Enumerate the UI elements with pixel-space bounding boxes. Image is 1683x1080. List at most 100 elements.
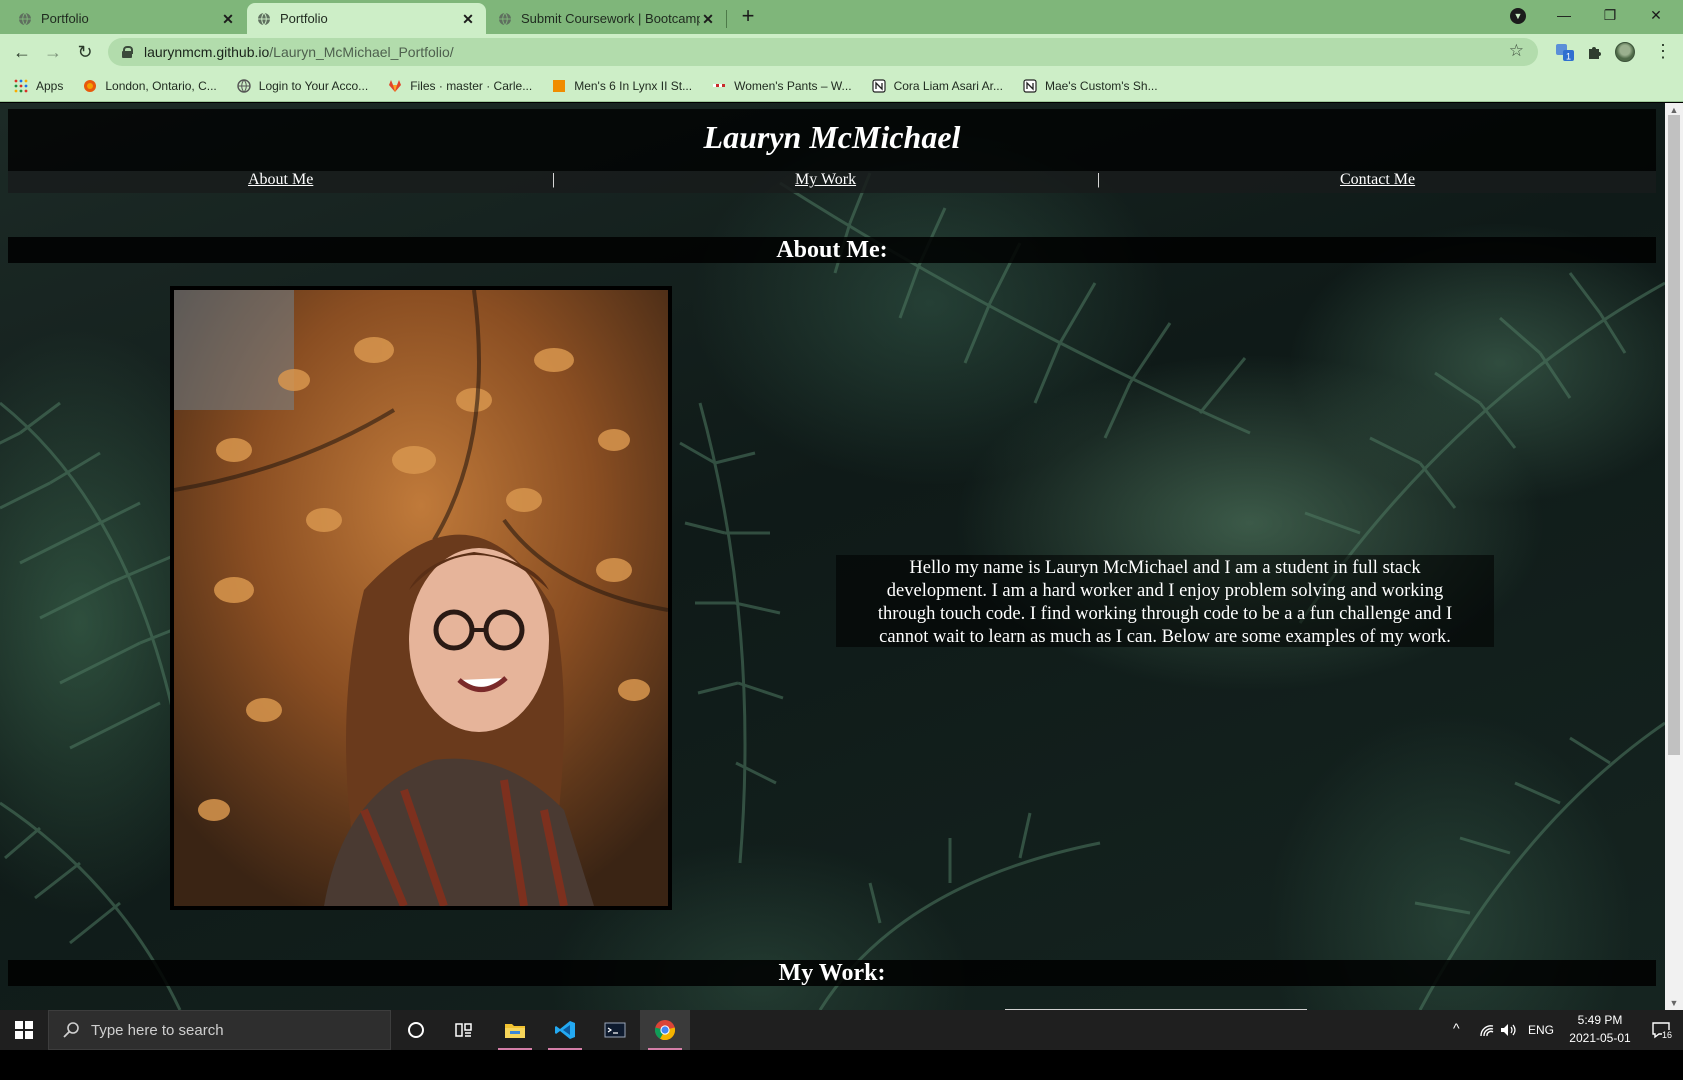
nav-my-work-link[interactable]: My Work xyxy=(795,171,856,189)
about-text-line-3: through touch code. I find working throu… xyxy=(877,604,1453,624)
extension-badge: 1 xyxy=(1566,52,1571,62)
browser-tab-submit-coursework[interactable]: Submit Coursework | Bootcamp S ✕ xyxy=(488,3,726,34)
windows-logo-icon xyxy=(15,1021,33,1039)
cortana-button[interactable] xyxy=(392,1010,440,1050)
nav-about-me-link[interactable]: About Me xyxy=(248,171,313,189)
close-tab-icon[interactable]: ✕ xyxy=(220,11,236,27)
tab-separator xyxy=(726,10,727,28)
close-window-button[interactable]: ✕ xyxy=(1633,0,1679,30)
url-path: /Lauryn_McMichael_Portfolio/ xyxy=(269,44,454,60)
bookmark-label: Apps xyxy=(36,78,64,93)
restore-button[interactable]: ❐ xyxy=(1587,0,1633,30)
notion-icon xyxy=(1023,78,1037,93)
chrome-taskbar-button[interactable] xyxy=(640,1010,690,1050)
about-text-line-1: Hello my name is Lauryn McMichael and I … xyxy=(909,558,1421,578)
scroll-up-arrow-icon[interactable]: ▲ xyxy=(1669,105,1679,115)
tab-title: Portfolio xyxy=(280,11,328,26)
terminal-button[interactable] xyxy=(590,1010,640,1050)
language-indicator[interactable]: ENG xyxy=(1528,1023,1554,1037)
about-text: Hello my name is Lauryn McMichael and I … xyxy=(836,555,1494,647)
bookmark-label: Login to Your Acco... xyxy=(258,78,369,93)
chrome-icon xyxy=(654,1020,676,1041)
weather-icon xyxy=(84,79,97,92)
windows-taskbar: Type here to search ^ ENG 5:49 PM 2021-0… xyxy=(0,1010,1683,1050)
about-heading: About Me: xyxy=(8,237,1656,263)
profile-photo xyxy=(170,286,672,910)
clock-time[interactable]: 5:49 PM xyxy=(1570,1013,1630,1027)
bookmark-cora-liam[interactable]: Cora Liam Asari Ar... xyxy=(871,78,1003,93)
tab-title: Submit Coursework | Bootcamp S xyxy=(521,11,700,26)
store-icon xyxy=(713,83,726,87)
vscode-button[interactable] xyxy=(540,1010,590,1050)
close-tab-icon[interactable]: ✕ xyxy=(700,11,716,27)
task-view-icon xyxy=(455,1023,472,1037)
site-nav: About Me | My Work | Contact Me xyxy=(8,171,1656,193)
extensions-puzzle-icon[interactable] xyxy=(1584,41,1606,63)
url-host: laurynmcm.github.io xyxy=(144,44,270,60)
network-icon[interactable] xyxy=(1479,1022,1495,1038)
chrome-menu-icon[interactable]: ⋮ xyxy=(1654,41,1672,61)
my-work-heading: My Work: xyxy=(8,960,1656,986)
bookmark-label: London, Ontario, C... xyxy=(105,78,217,93)
browser-tab-portfolio-2[interactable]: Portfolio ✕ xyxy=(247,3,486,34)
bookmark-maes-customs[interactable]: Mae's Custom's Sh... xyxy=(1023,79,1158,93)
nav-contact-me-link[interactable]: Contact Me xyxy=(1340,171,1415,189)
bookmark-london-weather[interactable]: London, Ontario, C... xyxy=(83,78,217,93)
site-title: Lauryn McMichael xyxy=(703,119,961,155)
bookmark-mens-lynx[interactable]: Men's 6 In Lynx II St... xyxy=(552,79,692,93)
nav-separator: | xyxy=(1097,171,1101,188)
globe-icon xyxy=(237,78,251,93)
portrait-photo-illustration xyxy=(173,289,669,908)
bookmark-label: Men's 6 In Lynx II St... xyxy=(574,78,693,93)
notifications-button[interactable]: 16 xyxy=(1638,1010,1683,1050)
bookmark-star-icon[interactable]: ☆ xyxy=(1509,41,1524,61)
search-icon xyxy=(63,1022,79,1038)
globe-icon xyxy=(258,12,270,25)
reload-icon[interactable]: ↻ xyxy=(73,40,97,64)
terminal-icon xyxy=(604,1022,626,1038)
new-tab-button[interactable]: + xyxy=(736,5,760,29)
vscode-icon xyxy=(555,1021,575,1039)
translate-extension-icon[interactable]: 1 xyxy=(1554,41,1576,63)
scrollbar-thumb[interactable] xyxy=(1668,115,1680,755)
notification-badge: 16 xyxy=(1662,1030,1673,1040)
globe-icon xyxy=(19,12,31,25)
bookmark-womens-pants[interactable]: Women's Pants – W... xyxy=(712,78,852,93)
apps-grid-icon xyxy=(14,79,28,92)
bookmark-login[interactable]: Login to Your Acco... xyxy=(237,79,368,93)
gitlab-icon xyxy=(389,79,402,92)
about-text-line-2: development. I am a hard worker and I en… xyxy=(886,581,1444,601)
tab-title: Portfolio xyxy=(41,11,89,26)
notion-icon xyxy=(871,78,886,93)
taskbar-search-box[interactable]: Type here to search xyxy=(48,1010,391,1050)
profile-avatar[interactable] xyxy=(1615,42,1635,62)
clock-date[interactable]: 2021-05-01 xyxy=(1561,1031,1639,1045)
file-explorer-button[interactable] xyxy=(490,1010,540,1050)
browser-tab-portfolio-1[interactable]: Portfolio ✕ xyxy=(8,3,246,34)
screen-bottom-strip xyxy=(0,1050,1683,1080)
nav-separator: | xyxy=(552,171,556,188)
address-bar[interactable]: laurynmcm.github.io/Lauryn_McMichael_Por… xyxy=(108,38,1538,66)
bookmark-label: Women's Pants – W... xyxy=(734,78,852,93)
minimize-button[interactable]: — xyxy=(1541,0,1587,30)
lock-icon[interactable] xyxy=(122,46,133,58)
scroll-down-arrow-icon[interactable]: ▼ xyxy=(1669,998,1679,1008)
task-view-button[interactable] xyxy=(440,1010,488,1050)
browser-tab-strip: Portfolio ✕ Portfolio ✕ Submit Coursewor… xyxy=(0,0,1683,34)
bookmark-label: Mae's Custom's Sh... xyxy=(1044,78,1158,93)
volume-icon[interactable] xyxy=(1499,1022,1517,1038)
cortana-circle-icon xyxy=(408,1022,424,1038)
page-viewport[interactable]: Lauryn McMichael About Me | My Work | Co… xyxy=(0,103,1665,1010)
tray-chevron-icon[interactable]: ^ xyxy=(1453,1020,1460,1036)
back-arrow-icon[interactable]: ← xyxy=(10,40,34,64)
bookmark-gitlab-files[interactable]: Files · master · Carle... xyxy=(388,79,532,93)
page-scrollbar[interactable]: ▲ ▼ xyxy=(1665,103,1683,1010)
about-text-line-4: cannot wait to learn as much as I can. B… xyxy=(879,627,1451,647)
start-button[interactable] xyxy=(0,1010,48,1050)
bookmark-apps[interactable]: Apps xyxy=(14,79,63,93)
forward-arrow-icon[interactable]: → xyxy=(41,40,65,64)
site-header: Lauryn McMichael About Me | My Work | Co… xyxy=(8,109,1656,193)
close-tab-icon[interactable]: ✕ xyxy=(460,11,476,27)
tab-search-icon[interactable]: ▼ xyxy=(1510,8,1526,24)
bookmarks-bar: Apps London, Ontario, C... Login to Your… xyxy=(0,70,1683,102)
